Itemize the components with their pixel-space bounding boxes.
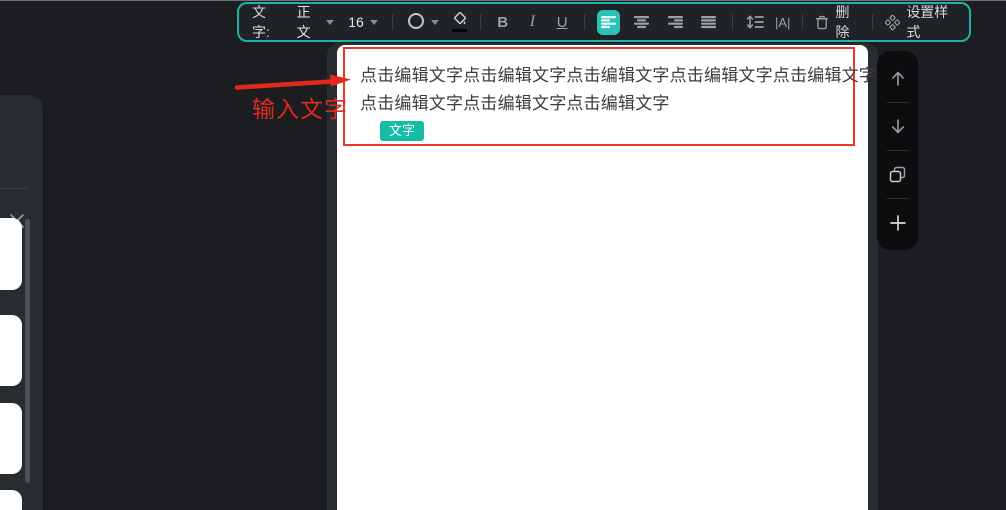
set-style-button[interactable]: 设置样式 (885, 2, 956, 42)
divider (584, 14, 585, 30)
trash-icon (815, 14, 829, 31)
selected-text-box[interactable]: 点击编辑文字点击编辑文字点击编辑文字点击编辑文字点击编辑文字 点击编辑文字点击编… (343, 47, 855, 146)
bold-button[interactable]: B (493, 9, 513, 35)
align-right-icon (667, 15, 684, 29)
letter-spacing-button[interactable]: |A| (775, 15, 790, 30)
arrow-up-icon (889, 70, 907, 87)
canvas-workspace: 点击编辑文字点击编辑文字点击编辑文字点击编辑文字点击编辑文字 点击编辑文字点击编… (327, 43, 878, 510)
move-down-button[interactable] (877, 112, 918, 142)
object-actions-toolbar (877, 51, 918, 250)
divider (732, 14, 733, 30)
scrollbar[interactable] (25, 219, 30, 483)
italic-button[interactable]: I (523, 9, 543, 35)
slide-thumbnail[interactable] (0, 218, 22, 290)
editable-text-line[interactable]: 点击编辑文字点击编辑文字点击编辑文字点击编辑文字点击编辑文字 (360, 62, 853, 90)
divider (392, 14, 393, 30)
align-right-button[interactable] (664, 10, 687, 35)
align-center-icon (633, 15, 650, 29)
slide-thumbnail[interactable] (0, 403, 22, 474)
divider (887, 198, 909, 199)
arrow-down-icon (889, 118, 907, 135)
text-color-circle-icon (407, 12, 425, 33)
app-root: { "toolbar": { "text_label": "文字:", "fon… (0, 0, 1006, 510)
font-size-value: 16 (348, 14, 364, 30)
align-justify-button[interactable] (697, 10, 720, 35)
divider (802, 14, 803, 30)
delete-label: 删除 (836, 2, 861, 42)
font-style-value: 正文 (297, 2, 321, 42)
divider (872, 14, 873, 30)
fill-color-button[interactable] (451, 12, 468, 32)
set-style-label: 设置样式 (906, 2, 956, 42)
line-spacing-icon (746, 14, 764, 30)
line-spacing-button[interactable] (745, 9, 765, 35)
divider (480, 14, 481, 30)
delete-button[interactable]: 删除 (815, 2, 860, 42)
slide-thumbnail[interactable] (0, 315, 22, 386)
text-color-dropdown[interactable] (405, 12, 441, 33)
document-canvas[interactable]: 点击编辑文字点击编辑文字点击编辑文字点击编辑文字点击编辑文字 点击编辑文字点击编… (337, 45, 868, 510)
divider (887, 150, 909, 151)
align-left-icon (600, 15, 617, 29)
move-up-button[interactable] (877, 64, 918, 94)
window-top-edge (0, 0, 1006, 1)
set-style-diamonds-icon (885, 14, 900, 31)
font-style-dropdown[interactable]: 正文 (295, 2, 337, 42)
align-center-button[interactable] (630, 10, 653, 35)
annotation-label: 输入文字 (252, 95, 348, 123)
left-sidebar-panel (0, 95, 43, 510)
toolbar-text-label: 文字: (252, 2, 281, 42)
divider (887, 102, 909, 103)
add-button[interactable] (877, 208, 918, 238)
text-type-badge: 文字 (380, 121, 424, 141)
align-justify-icon (700, 15, 717, 29)
slide-thumbnail[interactable] (0, 490, 22, 510)
font-size-dropdown[interactable]: 16 (346, 14, 380, 30)
duplicate-button[interactable] (877, 160, 918, 190)
fill-color-swatch (452, 29, 467, 32)
align-left-button[interactable] (597, 10, 620, 35)
plus-icon (889, 214, 907, 232)
duplicate-icon (889, 166, 906, 183)
chevron-down-icon (370, 20, 378, 25)
text-format-toolbar: 文字: 正文 16 B I U (237, 2, 971, 42)
editable-text-line[interactable]: 点击编辑文字点击编辑文字点击编辑文字 (360, 90, 853, 118)
chevron-down-icon (431, 20, 439, 25)
underline-button[interactable]: U (552, 9, 572, 35)
chevron-down-icon (326, 20, 334, 25)
divider (0, 188, 27, 189)
